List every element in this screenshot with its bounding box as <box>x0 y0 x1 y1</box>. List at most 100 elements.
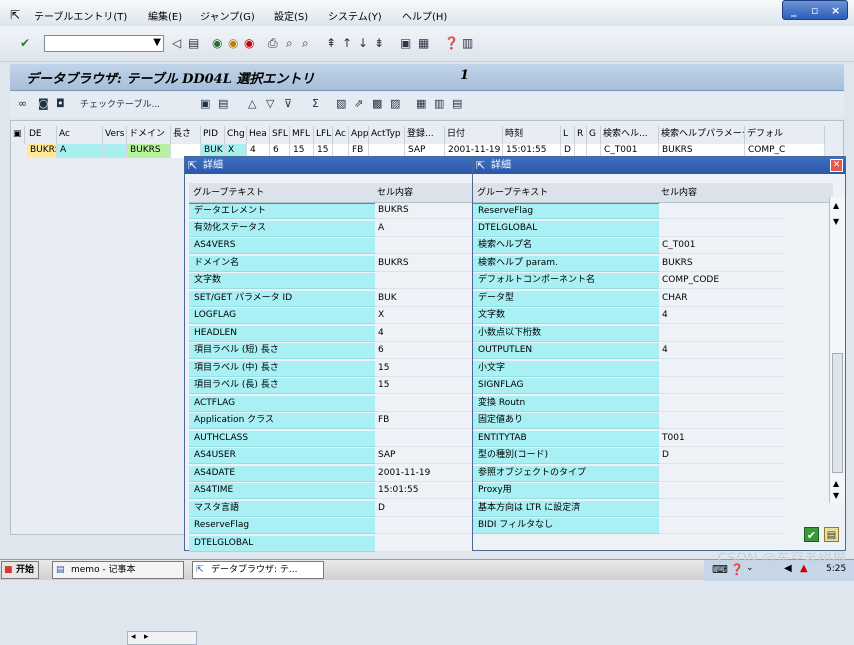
menu-jump[interactable]: ジャンプ(G) <box>200 8 255 23</box>
column-header[interactable]: Vers <box>103 126 127 144</box>
back-arrow-icon[interactable]: ◁ <box>172 36 181 50</box>
column-header[interactable]: ActTyp <box>369 126 405 144</box>
column-header[interactable]: 日付 <box>445 126 503 144</box>
column-header[interactable]: DE <box>27 126 57 144</box>
help-icon[interactable]: ❓ <box>444 36 459 50</box>
column-header[interactable]: Ac <box>333 126 349 144</box>
restore-button[interactable]: ▫ <box>811 4 818 17</box>
notepad-icon: ▤ <box>56 565 65 575</box>
scroll-up-icon[interactable]: ▲ <box>833 479 839 488</box>
choose-layout-icon[interactable]: ▥ <box>434 97 444 110</box>
detail-field-value <box>375 273 473 289</box>
find-icon[interactable]: ⌕ <box>286 36 293 51</box>
detail-field-value: 4 <box>375 325 473 342</box>
column-header[interactable]: PID <box>201 126 225 144</box>
select-all-icon[interactable]: ▤ <box>218 97 228 110</box>
shortcut-icon[interactable]: ▦ <box>418 36 429 50</box>
sort-desc-icon[interactable]: ▽ <box>266 97 274 110</box>
refresh-icon[interactable]: ◙ <box>38 97 49 110</box>
menu-table-entry[interactable]: テーブルエントリ(T) <box>34 8 127 23</box>
column-header[interactable]: 登録... <box>405 126 445 144</box>
details-icon[interactable]: ▣ <box>200 97 210 110</box>
confirm-icon[interactable]: ✔ <box>804 527 819 542</box>
save-icon[interactable]: ▤ <box>824 527 839 542</box>
column-header[interactable]: LFL <box>314 126 333 144</box>
scroll-up-icon[interactable]: ▲ <box>833 201 839 210</box>
prev-page-icon[interactable]: ↑ <box>342 36 352 50</box>
layout-menu-icon[interactable]: ▥ <box>462 36 473 50</box>
horizontal-scrollbar[interactable]: ◂ ▸ <box>127 631 197 645</box>
detail-field-name: ReserveFlag <box>473 203 659 219</box>
task-memo[interactable]: ▤ memo - 记事本 <box>52 561 184 579</box>
display-icon[interactable]: ◘ <box>56 97 65 110</box>
detail-row: ACTFLAG <box>189 395 473 412</box>
column-header[interactable]: 長さ <box>171 126 201 144</box>
task-data-browser[interactable]: ⇱ データブラウザ: テ... <box>192 561 324 579</box>
detail-field-value: A <box>375 220 473 237</box>
layout-icon[interactable]: ▦ <box>416 97 426 110</box>
glasses-icon[interactable]: ∞ <box>18 97 27 110</box>
back-icon[interactable]: ◉ <box>212 36 222 50</box>
new-session-icon[interactable]: ▣ <box>400 36 411 50</box>
column-header[interactable]: デフォル <box>745 126 825 144</box>
total-icon[interactable]: Σ <box>312 97 319 110</box>
scroll-left-icon[interactable]: ◂ <box>131 632 136 642</box>
cancel-icon[interactable]: ◉ <box>244 36 254 50</box>
select-all-icon[interactable]: ▣ <box>11 126 25 144</box>
column-header[interactable]: 検索ヘルプパラメータ <box>659 126 745 144</box>
detail-field-value: D <box>659 448 783 464</box>
check-table-button[interactable]: チェックテーブル... <box>80 97 160 110</box>
menu-system[interactable]: システム(Y) <box>328 8 382 23</box>
vertical-scrollbar[interactable]: ▲ ▼ ▲ ▼ <box>829 197 845 503</box>
minimize-button[interactable]: _ <box>791 4 797 17</box>
exit-icon[interactable]: ◉ <box>228 36 238 50</box>
print-icon[interactable]: ⎙ <box>268 36 278 51</box>
column-header[interactable]: L <box>561 126 575 144</box>
scroll-down-icon[interactable]: ▼ <box>833 217 839 226</box>
menu-edit[interactable]: 編集(E) <box>148 8 182 23</box>
print-preview-icon[interactable]: ▧ <box>336 97 346 110</box>
start-button[interactable]: ■ 开始 <box>1 561 39 579</box>
grid-cell[interactable] <box>103 144 127 158</box>
first-page-icon[interactable]: ⇞ <box>326 36 336 50</box>
last-page-icon[interactable]: ⇟ <box>374 36 384 50</box>
next-page-icon[interactable]: ↓ <box>358 36 368 50</box>
column-header[interactable]: Hea <box>247 126 270 144</box>
column-header[interactable]: R <box>575 126 587 144</box>
column-header[interactable]: Appl <box>349 126 369 144</box>
scroll-thumb[interactable] <box>832 353 843 473</box>
column-header[interactable]: Chg <box>225 126 247 144</box>
column-header[interactable]: MFL <box>290 126 314 144</box>
command-field[interactable]: ▼ <box>44 35 164 52</box>
scroll-down-icon[interactable]: ▼ <box>833 491 839 500</box>
save-layout-icon[interactable]: ▤ <box>452 97 462 110</box>
word-processing-icon[interactable]: ▨ <box>390 97 400 110</box>
detail-field-name: AS4VERS <box>189 238 375 254</box>
enter-icon[interactable]: ✔ <box>20 36 30 50</box>
menu-help[interactable]: ヘルプ(H) <box>402 8 447 23</box>
detail-field-value <box>659 483 783 499</box>
column-header[interactable]: G <box>587 126 601 144</box>
column-header[interactable]: Ac <box>57 126 103 144</box>
scroll-right-icon[interactable]: ▸ <box>144 632 149 642</box>
close-icon[interactable]: ✕ <box>830 159 843 172</box>
close-button[interactable]: × <box>831 4 840 17</box>
filter-icon[interactable]: ⊽ <box>284 97 292 110</box>
column-header[interactable]: 時刻 <box>503 126 561 144</box>
column-header[interactable]: 検索ヘル... <box>601 126 659 144</box>
grid-cell[interactable]: BUKRS <box>27 144 57 158</box>
grid-cell[interactable]: BUKRS <box>127 144 171 158</box>
column-header[interactable]: SFL <box>270 126 290 144</box>
detail-field-value: 2001-11-19 <box>375 465 473 482</box>
grid-cell[interactable]: A <box>57 144 103 158</box>
detail-field-name: HEADLEN <box>189 325 375 342</box>
menu-settings[interactable]: 設定(S) <box>274 8 308 23</box>
column-header[interactable]: ドメイン <box>127 126 171 144</box>
export-icon[interactable]: ⇗ <box>354 97 363 110</box>
sort-asc-icon[interactable]: △ <box>248 97 256 110</box>
app-menu-icon[interactable]: ⇱ <box>10 8 20 22</box>
chevron-down-icon[interactable]: ▼ <box>153 37 161 48</box>
find-next-icon[interactable]: ⌕ <box>302 36 309 51</box>
spreadsheet-icon[interactable]: ▩ <box>372 97 382 110</box>
save-icon[interactable]: ▤ <box>188 36 199 50</box>
